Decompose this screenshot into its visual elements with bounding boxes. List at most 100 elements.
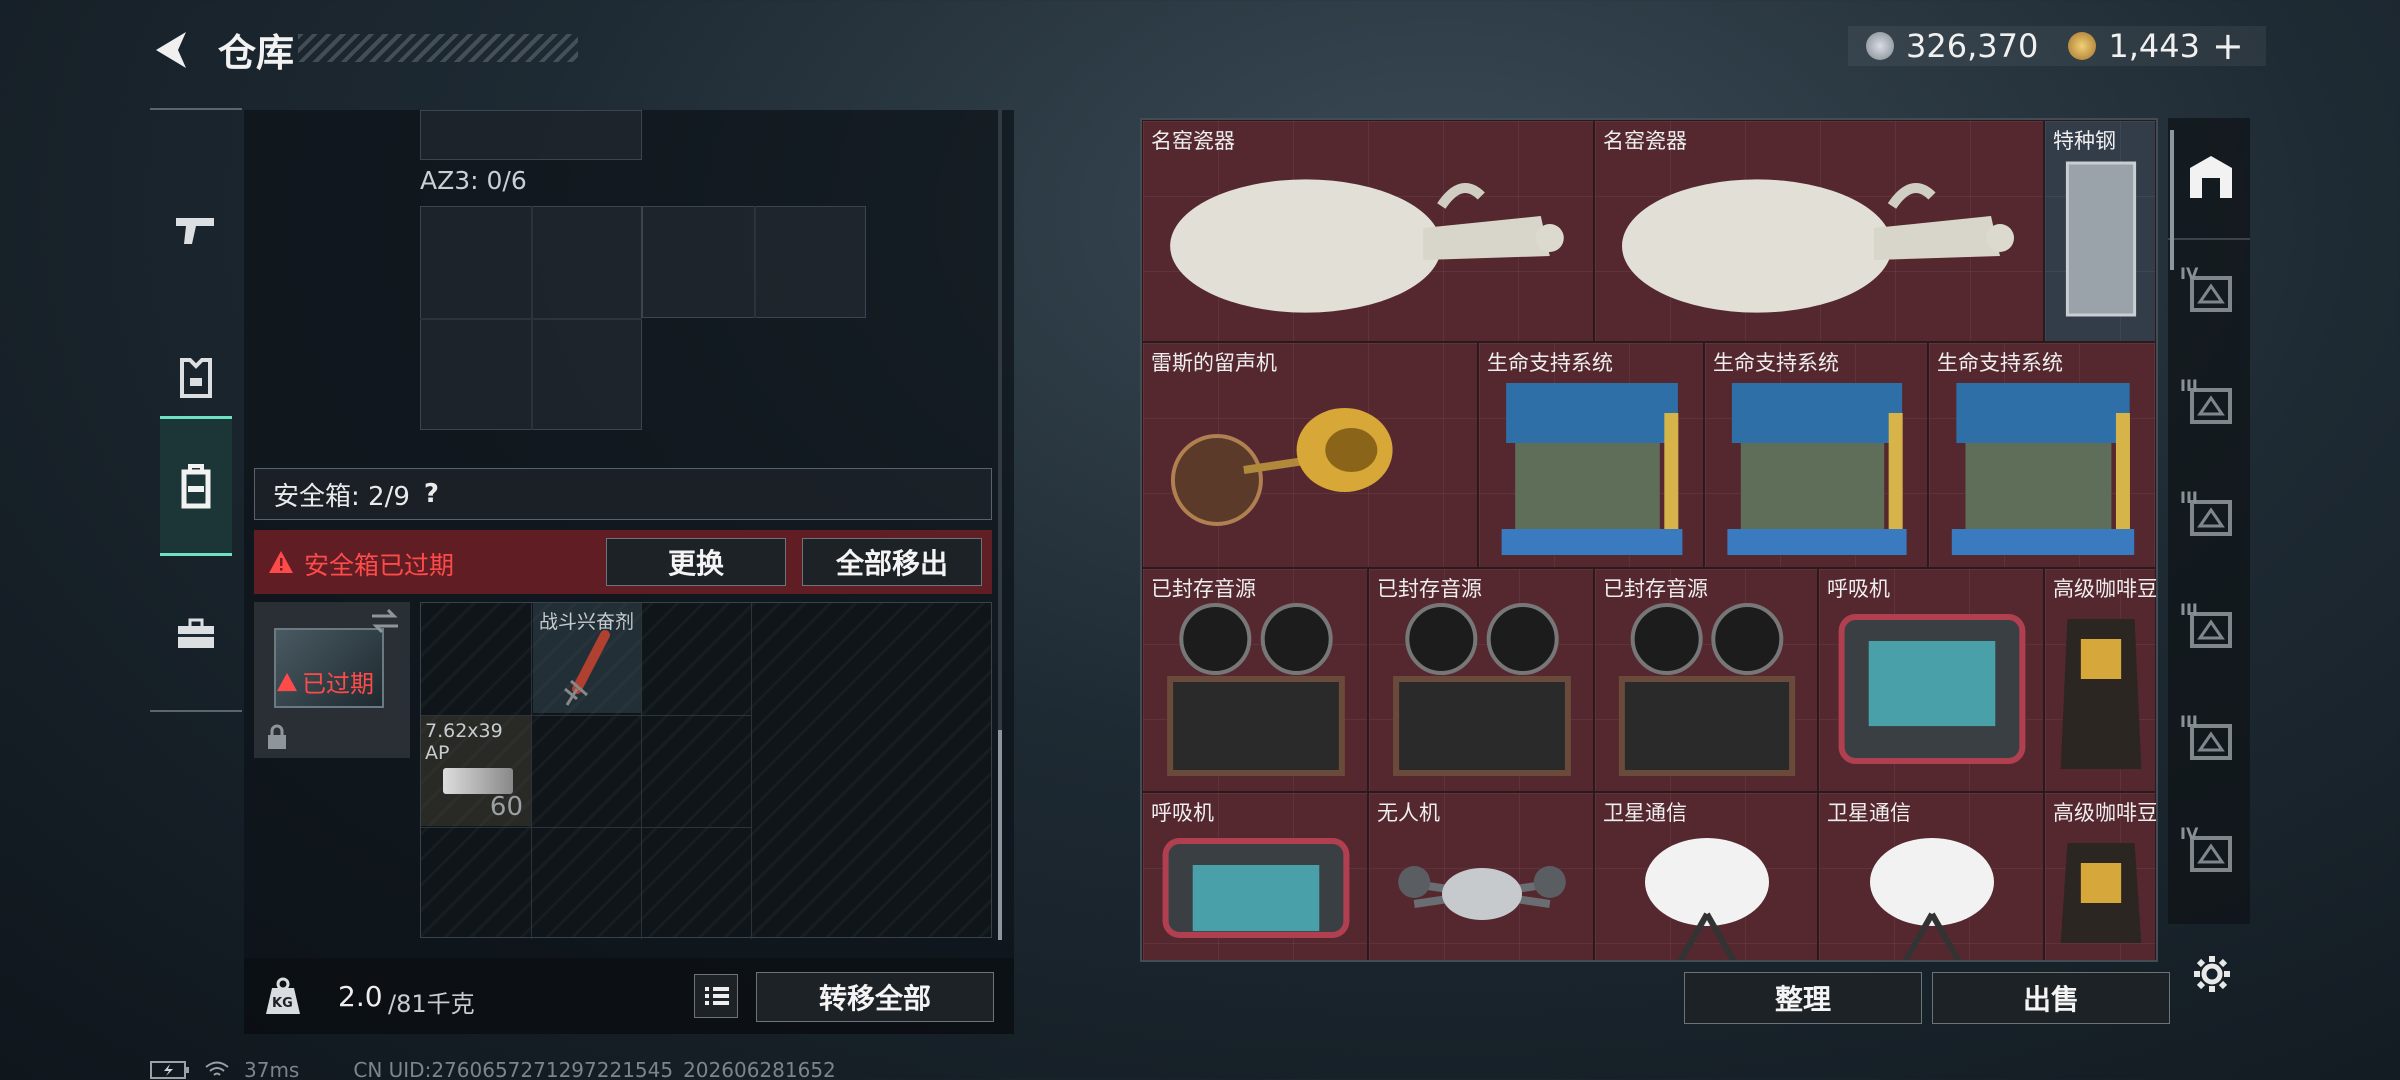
inventory-item-label: 特种钢: [2053, 129, 2116, 153]
tier-label: III: [2180, 600, 2198, 619]
add-currency-button[interactable]: +: [2212, 24, 2244, 68]
list-icon: [705, 987, 729, 1005]
category-rail: [150, 108, 242, 712]
back-arrow-icon: [156, 32, 186, 68]
ammo-count: 60: [489, 792, 523, 822]
wifi-icon: [205, 1061, 229, 1076]
tier-label: IV: [2180, 824, 2199, 843]
inventory-item[interactable]: 已封存音源: [1368, 568, 1594, 792]
storage-tier-tab[interactable]: III: [2180, 376, 2236, 430]
currency-bar: 326,370 1,443 +: [1848, 24, 2266, 68]
list-view-button[interactable]: [694, 974, 738, 1018]
battery-icon: [150, 1061, 189, 1079]
silver-coin-icon: [1866, 32, 1894, 60]
back-button[interactable]: [150, 28, 194, 72]
currency-primary: 326,370: [1906, 27, 2039, 65]
swap-icon: [372, 608, 398, 634]
backpack-icon: [181, 464, 211, 509]
vest-icon: [180, 358, 212, 398]
safebox-thumbnail[interactable]: 已过期: [254, 602, 410, 758]
inventory-item[interactable]: 已封存音源: [1594, 568, 1818, 792]
sell-button[interactable]: 出售: [1932, 972, 2170, 1024]
tier-label: III: [2180, 376, 2198, 395]
ping-text: 37ms: [244, 1058, 300, 1080]
warning-icon: [269, 551, 293, 573]
settings-button[interactable]: [2192, 954, 2232, 994]
inventory-item-label: 已封存音源: [1151, 577, 1256, 601]
tier-label: III: [2180, 712, 2198, 731]
inventory-item-label: 已封存音源: [1377, 577, 1482, 601]
transfer-all-button[interactable]: 转移全部: [756, 972, 994, 1022]
container-slot-top[interactable]: [420, 110, 642, 160]
inventory-item[interactable]: 卫星通信: [1594, 792, 1818, 960]
az3-label: AZ3: 0/6: [420, 166, 527, 195]
storage-tier-tab[interactable]: IV: [2180, 824, 2236, 878]
container-scrollbar-thumb[interactable]: [998, 730, 1002, 940]
safebox-label: 安全箱: 2/9: [273, 481, 410, 512]
storage-tier-tab[interactable]: III: [2180, 600, 2236, 654]
inventory-item[interactable]: 呼吸机: [1818, 568, 2044, 792]
weight-max: /81千克: [388, 990, 475, 1018]
briefcase-icon: [178, 618, 214, 648]
inventory-item[interactable]: 高级咖啡豆: [2044, 568, 2156, 792]
weight-icon: KG: [262, 976, 304, 1016]
warning-text: 安全箱已过期: [304, 551, 455, 580]
ammo-item[interactable]: 7.62x39 AP 60: [421, 716, 531, 826]
storage-tier-tab[interactable]: IV: [2180, 264, 2236, 318]
warehouse-tab[interactable]: [2186, 152, 2236, 202]
inventory-item-label: 呼吸机: [1827, 577, 1890, 601]
replace-button[interactable]: 更换: [606, 538, 786, 586]
inventory-item-label: 生命支持系统: [1713, 351, 1839, 375]
inventory-item-label: 名窑瓷器: [1603, 129, 1687, 153]
inventory-item-label: 已封存音源: [1603, 577, 1708, 601]
tier-label: IV: [2180, 264, 2199, 283]
move-all-out-button[interactable]: 全部移出: [802, 538, 982, 586]
inventory-item-label: 卫星通信: [1827, 801, 1911, 825]
inventory-item[interactable]: 生命支持系统: [1478, 342, 1704, 568]
lock-icon: [268, 724, 286, 749]
inventory-item-label: 高级咖啡豆: [2053, 577, 2158, 601]
tab-backpack[interactable]: [160, 416, 232, 556]
inventory-item[interactable]: 生命支持系统: [1928, 342, 2156, 568]
expired-tag: 已过期: [302, 670, 374, 698]
storage-tier-tab[interactable]: III: [2180, 488, 2236, 542]
sort-button[interactable]: 整理: [1684, 972, 1922, 1024]
inventory-item[interactable]: 特种钢: [2044, 120, 2156, 342]
inventory-item[interactable]: 生命支持系统: [1704, 342, 1928, 568]
inventory-item[interactable]: 呼吸机: [1142, 792, 1368, 960]
inventory-item-label: 高级咖啡豆: [2053, 801, 2158, 825]
safebox-bar: 安全箱: 2/9 ?: [254, 468, 992, 520]
inventory-item-label: 生命支持系统: [1937, 351, 2063, 375]
title-decoration: [298, 34, 578, 62]
gear-icon: [2194, 956, 2230, 992]
inventory-item-label: 生命支持系统: [1487, 351, 1613, 375]
stim-item[interactable]: 战斗兴奋剂: [533, 603, 641, 713]
ammo-label: 7.62x39 AP: [425, 720, 503, 764]
status-bar: 37ms CN UID:2760657271297221545_20260628…: [150, 1058, 836, 1080]
inventory-item[interactable]: 雷斯的留声机: [1142, 342, 1478, 568]
pistol-icon: [176, 218, 214, 244]
inventory-item-label: 卫星通信: [1603, 801, 1687, 825]
help-button[interactable]: ?: [424, 479, 439, 509]
page-title: 仓库: [218, 31, 295, 75]
container-panel: AZ3: 0/6 安全箱: 2/9 ? 安全箱已过期 更换 全部移出 已过期 战…: [244, 110, 1014, 958]
inventory-item[interactable]: 名窑瓷器: [1594, 120, 2044, 342]
uid-text: CN UID:2760657271297221545_202606281652: [353, 1058, 836, 1080]
tab-weapons[interactable]: [160, 160, 232, 300]
inventory-grid: 名窑瓷器 名窑瓷器 特种钢 雷斯的留声机 生命支持系统 生命支持系统 生命支持系统 已封存音源…: [1140, 118, 2158, 962]
inventory-item[interactable]: 卫星通信: [1818, 792, 2044, 960]
currency-secondary: 1,443: [2108, 27, 2200, 65]
inventory-item[interactable]: 已封存音源: [1142, 568, 1368, 792]
inventory-item[interactable]: 名窑瓷器: [1142, 120, 1594, 342]
syringe-icon: [564, 630, 610, 706]
inventory-item-label: 无人机: [1377, 801, 1440, 825]
ammo-box-icon: [443, 768, 513, 794]
safebox-grid[interactable]: 战斗兴奋剂 7.62x39 AP 60: [420, 602, 992, 939]
inventory-item[interactable]: 无人机: [1368, 792, 1594, 960]
inventory-item-label: 名窑瓷器: [1151, 129, 1235, 153]
inventory-item[interactable]: 高级咖啡豆: [2044, 792, 2158, 960]
storage-tier-tab[interactable]: III: [2180, 712, 2236, 766]
inventory-item-label: 呼吸机: [1151, 801, 1214, 825]
tab-case[interactable]: [160, 564, 232, 704]
inventory-scrollbar-thumb[interactable]: [2170, 130, 2174, 270]
